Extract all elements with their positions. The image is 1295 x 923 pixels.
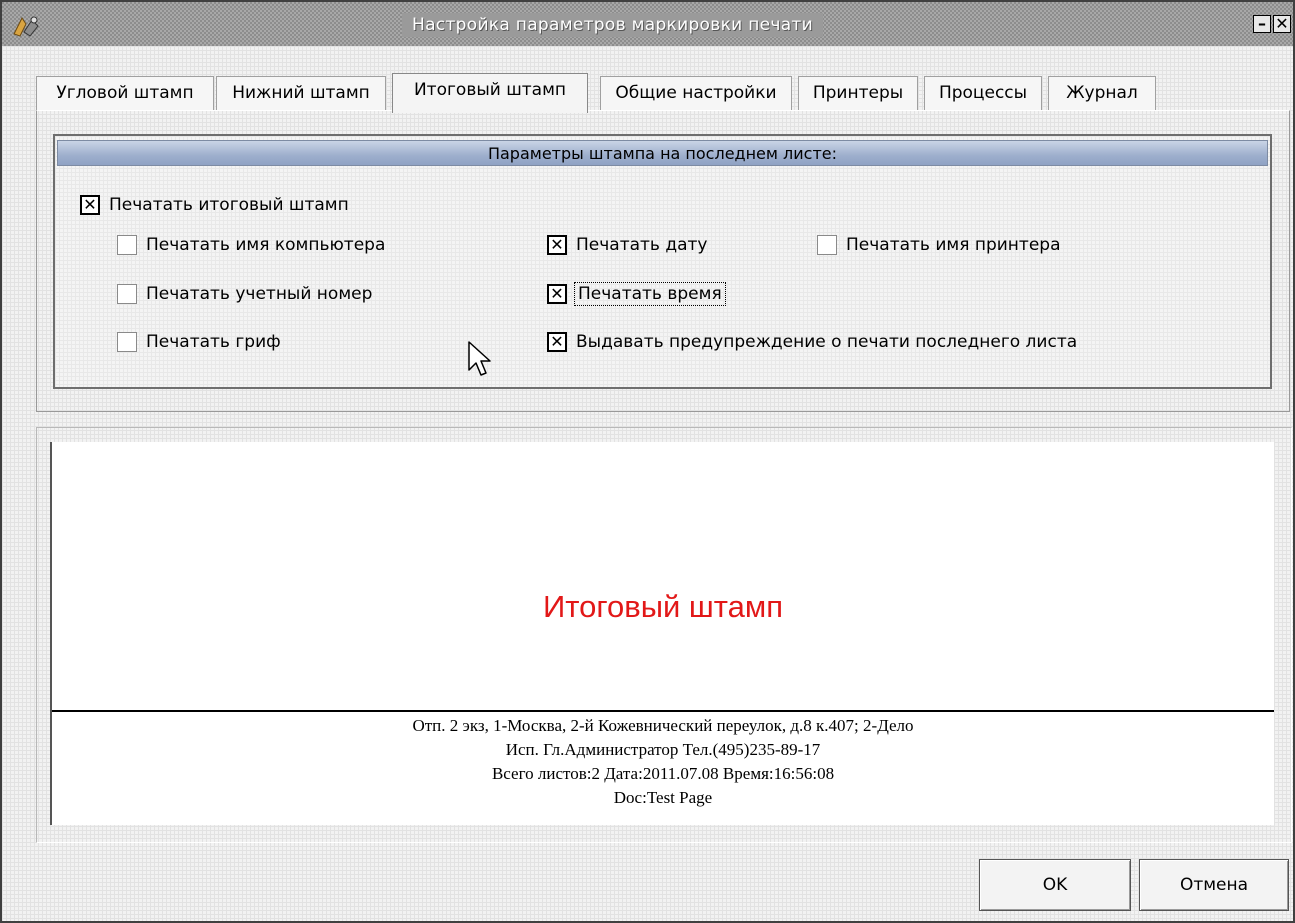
checkbox-label: Печатать итоговый штамп — [109, 195, 349, 215]
checkbox-print-classification[interactable]: Печатать гриф — [117, 329, 281, 355]
window-title: Настройка параметров маркировки печати — [402, 13, 823, 37]
tab-general-settings[interactable]: Общие настройки — [600, 76, 792, 110]
checkbox-label: Печатать имя компьютера — [146, 235, 386, 255]
app-icon — [12, 14, 42, 38]
preview-title: Итоговый штамп — [543, 589, 783, 624]
checkbox-box[interactable] — [117, 332, 137, 352]
checkbox-box[interactable]: ✕ — [547, 332, 567, 352]
checkbox-box[interactable]: ✕ — [80, 195, 100, 215]
checkbox-print-final-stamp[interactable]: ✕ Печатать итоговый штамп — [80, 192, 349, 218]
checkbox-box[interactable]: ✕ — [547, 235, 567, 255]
checkbox-label: Печатать имя принтера — [846, 235, 1061, 255]
stamp-preview: Итоговый штамп Отп. 2 экз, 1-Москва, 2-й… — [50, 442, 1274, 825]
minimize-icon: – — [1258, 14, 1266, 33]
close-icon: ✕ — [1275, 14, 1289, 33]
tab-corner-stamp[interactable]: Угловой штамп — [36, 76, 214, 110]
checkbox-box[interactable] — [117, 284, 137, 304]
cancel-button[interactable]: Отмена — [1139, 859, 1289, 911]
preview-footer: Отп. 2 экз, 1-Москва, 2-й Кожевнический … — [52, 714, 1274, 810]
checkbox-box[interactable] — [817, 235, 837, 255]
checkbox-warn-last-page[interactable]: ✕ Выдавать предупреждение о печати после… — [547, 329, 1077, 355]
tab-bottom-stamp[interactable]: Нижний штамп — [216, 76, 386, 110]
preview-line: Отп. 2 экз, 1-Москва, 2-й Кожевнический … — [412, 716, 914, 735]
minimize-button[interactable]: – — [1253, 15, 1271, 33]
checkbox-label: Печатать дату — [576, 235, 708, 255]
checkbox-print-date[interactable]: ✕ Печатать дату — [547, 232, 707, 258]
checkbox-print-account-number[interactable]: Печатать учетный номер — [117, 281, 372, 307]
checkbox-print-computer-name[interactable]: Печатать имя компьютера — [117, 232, 385, 258]
preview-divider — [52, 710, 1274, 712]
preview-line: Всего листов:2 Дата:2011.07.08 Время:16:… — [491, 764, 835, 783]
checkbox-box[interactable]: ✕ — [547, 284, 567, 304]
checkbox-label: Печатать учетный номер — [146, 284, 373, 304]
close-button[interactable]: ✕ — [1273, 15, 1291, 33]
group-header: Параметры штампа на последнем листе: — [57, 140, 1268, 166]
mouse-pointer-icon — [467, 340, 493, 378]
tab-processes[interactable]: Процессы — [924, 76, 1042, 110]
tab-journal[interactable]: Журнал — [1048, 76, 1156, 110]
checkbox-print-printer-name[interactable]: Печатать имя принтера — [817, 232, 1061, 258]
checkbox-label: Выдавать предупреждение о печати последн… — [576, 332, 1078, 352]
settings-dialog: Настройка параметров маркировки печати –… — [0, 0, 1295, 923]
ok-button[interactable]: OK — [979, 859, 1131, 911]
checkbox-box[interactable] — [117, 235, 137, 255]
tab-printers[interactable]: Принтеры — [798, 76, 918, 110]
preview-line: Исп. Гл.Администратор Тел.(495)235-89-17 — [505, 740, 821, 759]
checkbox-label: Печатать гриф — [146, 332, 281, 352]
tab-final-stamp[interactable]: Итоговый штамп — [392, 73, 588, 113]
checkbox-print-time[interactable]: ✕ Печатать время — [547, 281, 726, 307]
title-bar[interactable]: Настройка параметров маркировки печати –… — [2, 2, 1293, 46]
checkbox-label: Печатать время — [574, 282, 726, 306]
preview-line: Doc:Test Page — [613, 788, 713, 807]
